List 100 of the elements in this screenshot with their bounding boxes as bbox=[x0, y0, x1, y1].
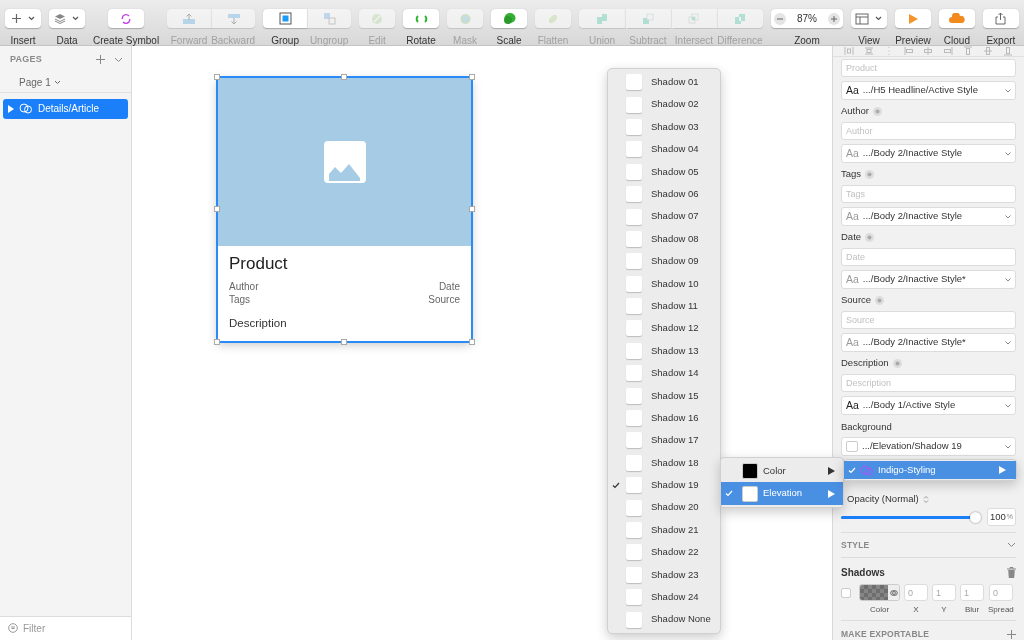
resize-handle[interactable] bbox=[214, 206, 220, 212]
zoom-value: 87% bbox=[796, 12, 817, 26]
menu-item[interactable]: Shadow None bbox=[608, 608, 720, 631]
resize-handle[interactable] bbox=[214, 339, 220, 345]
menu-item[interactable]: Shadow 16 bbox=[608, 406, 720, 430]
scale-button[interactable] bbox=[491, 9, 527, 28]
checkbox[interactable] bbox=[841, 588, 851, 599]
text-field[interactable]: Source bbox=[841, 311, 1016, 329]
color-swatch bbox=[626, 253, 642, 270]
menu-item[interactable]: Shadow 11 bbox=[608, 294, 720, 318]
text-field[interactable]: Author bbox=[841, 122, 1016, 140]
resize-handle[interactable] bbox=[341, 339, 347, 345]
menu-item[interactable]: Shadow 07 bbox=[608, 205, 720, 228]
style-name: .../Body 2/Inactive Style* bbox=[862, 335, 966, 350]
resize-handle[interactable] bbox=[469, 74, 475, 80]
text-style-dropdown[interactable]: Aa .../Body 2/Inactive Style* bbox=[841, 333, 1016, 352]
toolbar-label: Union bbox=[588, 34, 616, 48]
menu-item[interactable]: Shadow 05 bbox=[608, 160, 720, 183]
plus-icon[interactable] bbox=[1007, 629, 1016, 639]
align-icon[interactable] bbox=[843, 46, 854, 56]
menu-item[interactable]: Shadow 10 bbox=[608, 272, 720, 295]
text-field[interactable]: Description bbox=[841, 374, 1016, 392]
cycle-arrows-icon bbox=[120, 12, 133, 25]
text-field[interactable]: Product bbox=[841, 59, 1016, 77]
page-selector[interactable]: Page 1 bbox=[19, 74, 61, 90]
text-style-dropdown[interactable]: Aa .../H5 Headline/Active Style bbox=[841, 81, 1016, 100]
menu-item[interactable]: Shadow 12 bbox=[608, 317, 720, 340]
menu-item[interactable]: Shadow 19 bbox=[608, 474, 720, 497]
menu-item[interactable]: Shadow 04 bbox=[608, 138, 720, 161]
override-icon bbox=[875, 296, 885, 305]
menu-item[interactable]: Shadow 06 bbox=[608, 182, 720, 206]
menu-item[interactable]: Shadow 23 bbox=[608, 563, 720, 586]
resize-handle[interactable] bbox=[469, 206, 475, 212]
style-name: .../Body 2/Inactive Style* bbox=[862, 272, 966, 287]
symbol-button[interactable] bbox=[108, 9, 145, 28]
layer-row[interactable]: Details/Article bbox=[3, 98, 128, 119]
align-icon[interactable] bbox=[983, 46, 994, 56]
color-well[interactable] bbox=[859, 584, 900, 602]
view-button[interactable] bbox=[850, 9, 887, 28]
menu-item[interactable]: Shadow 03 bbox=[608, 115, 720, 139]
resize-handle[interactable] bbox=[214, 74, 220, 80]
export-button[interactable] bbox=[982, 9, 1019, 28]
text-field[interactable]: Tags bbox=[841, 185, 1016, 203]
rotate-button[interactable] bbox=[403, 9, 440, 28]
filter-field[interactable]: Filter bbox=[0, 615, 131, 640]
text-style-dropdown[interactable]: Aa .../Body 1/Active Style bbox=[841, 396, 1016, 415]
align-icon[interactable] bbox=[963, 46, 974, 56]
zoom-in-button[interactable] bbox=[827, 12, 840, 25]
article-card[interactable]: Product Author Date Tags Source Description bbox=[218, 78, 471, 341]
resize-handle[interactable] bbox=[341, 74, 347, 80]
menu-label: Shadow 01 bbox=[651, 75, 699, 90]
cloud-button[interactable] bbox=[938, 9, 975, 28]
trash-icon[interactable] bbox=[1007, 567, 1016, 579]
disclosure-triangle-icon[interactable] bbox=[7, 104, 14, 113]
preview-button[interactable] bbox=[894, 9, 931, 28]
toolbar-label: Mask bbox=[453, 34, 477, 48]
style-name: .../H5 Headline/Active Style bbox=[862, 83, 978, 98]
menu-label: Shadow 19 bbox=[651, 478, 699, 493]
data-button[interactable] bbox=[49, 9, 85, 28]
menu-item[interactable]: Shadow 15 bbox=[608, 384, 720, 407]
zoom-control[interactable]: 87% bbox=[770, 9, 843, 28]
menu-item[interactable]: Shadow 13 bbox=[608, 339, 720, 363]
chevron-down-icon bbox=[1005, 340, 1011, 345]
override-icon bbox=[865, 170, 875, 179]
align-icon[interactable] bbox=[923, 46, 934, 56]
slider-thumb[interactable] bbox=[970, 511, 981, 523]
menu-item[interactable]: Shadow 18 bbox=[608, 451, 720, 475]
resize-handle[interactable] bbox=[469, 339, 475, 345]
check-icon bbox=[612, 481, 620, 489]
text-style-dropdown[interactable]: Aa .../Body 2/Inactive Style* bbox=[841, 270, 1016, 289]
chevron-down-icon[interactable] bbox=[114, 56, 123, 63]
group-button[interactable] bbox=[263, 9, 308, 28]
background-dropdown[interactable]: .../Elevation/Shadow 19 bbox=[841, 437, 1016, 456]
menu-item[interactable]: Shadow 08 bbox=[608, 227, 720, 251]
menu-item[interactable]: Shadow 22 bbox=[608, 541, 720, 564]
color-swatch bbox=[626, 74, 642, 91]
insert-button[interactable] bbox=[5, 9, 41, 28]
text-style-dropdown[interactable]: Aa .../Body 2/Inactive Style bbox=[841, 144, 1016, 163]
menu-item[interactable]: Shadow 17 bbox=[608, 429, 720, 452]
chevron-down-icon[interactable] bbox=[1007, 542, 1016, 549]
menu-item[interactable]: Shadow 20 bbox=[608, 496, 720, 519]
menu-item[interactable]: Shadow 09 bbox=[608, 250, 720, 273]
menu-item[interactable]: Shadow 24 bbox=[608, 586, 720, 609]
menu-item[interactable]: Color bbox=[721, 460, 843, 483]
menu-item[interactable]: Shadow 02 bbox=[608, 93, 720, 116]
align-icon[interactable] bbox=[943, 46, 954, 56]
opacity-slider[interactable] bbox=[841, 511, 981, 523]
plus-icon bbox=[830, 15, 837, 22]
add-page-icon[interactable] bbox=[96, 55, 105, 65]
menu-item[interactable]: Shadow 01 bbox=[608, 71, 720, 94]
menu-item[interactable]: Shadow 21 bbox=[608, 518, 720, 542]
text-style-dropdown[interactable]: Aa .../Body 2/Inactive Style bbox=[841, 207, 1016, 226]
align-icon[interactable] bbox=[1002, 46, 1013, 56]
align-icon[interactable] bbox=[863, 46, 874, 56]
override-label: Tags bbox=[841, 167, 862, 182]
text-field[interactable]: Date bbox=[841, 248, 1016, 266]
align-icon[interactable] bbox=[903, 46, 914, 56]
rotate-icon bbox=[414, 12, 428, 25]
menu-item[interactable]: Shadow 14 bbox=[608, 362, 720, 385]
zoom-out-button[interactable] bbox=[773, 12, 786, 25]
